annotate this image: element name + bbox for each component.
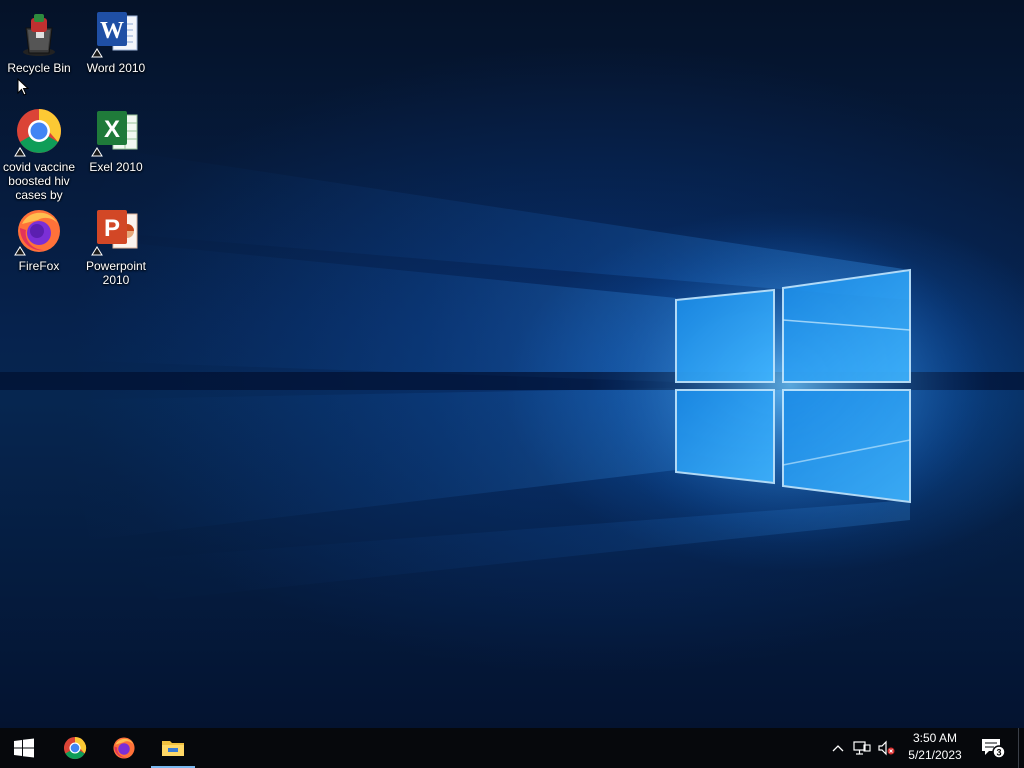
network-button[interactable] bbox=[850, 728, 874, 768]
desktop-icon-label: Exel 2010 bbox=[89, 160, 143, 174]
mouse-cursor-icon bbox=[17, 78, 29, 96]
desktop-icon-label: Powerpoint 2010 bbox=[85, 259, 147, 287]
firefox-icon bbox=[113, 737, 135, 759]
recycle-bin-icon bbox=[23, 14, 55, 56]
desktop-icon-powerpoint[interactable]: P Powerpoint 2010 bbox=[77, 206, 155, 287]
desktop[interactable]: Recycle Bin W Word 2010 covid vaccine bo… bbox=[0, 0, 1024, 728]
action-center-button[interactable]: 3 bbox=[976, 728, 1010, 768]
network-icon bbox=[853, 741, 871, 755]
start-button[interactable] bbox=[0, 728, 48, 768]
svg-text:X: X bbox=[104, 116, 120, 143]
taskbar-file-explorer[interactable] bbox=[149, 728, 197, 768]
shortcut-arrow-icon bbox=[14, 147, 26, 157]
svg-text:P: P bbox=[104, 215, 120, 242]
desktop-icon-label: FireFox bbox=[18, 259, 60, 273]
clock-date: 5/21/2023 bbox=[908, 748, 962, 762]
volume-muted-icon bbox=[878, 740, 895, 756]
desktop-icon-label: covid vaccine boosted hiv cases by 500% … bbox=[2, 160, 76, 202]
desktop-icon-excel[interactable]: X Exel 2010 bbox=[77, 107, 155, 174]
show-hidden-icons-button[interactable] bbox=[828, 728, 848, 768]
chevron-up-icon bbox=[832, 745, 844, 752]
notification-count: 3 bbox=[996, 748, 1001, 758]
desktop-icon-label: Recycle Bin bbox=[7, 61, 71, 75]
shortcut-arrow-icon bbox=[91, 147, 103, 157]
desktop-icon-label: Word 2010 bbox=[86, 61, 146, 75]
taskbar-firefox[interactable] bbox=[100, 728, 148, 768]
desktop-icon-recycle-bin[interactable]: Recycle Bin bbox=[0, 8, 78, 75]
chrome-icon bbox=[63, 736, 87, 760]
desktop-icon-firefox[interactable]: FireFox bbox=[0, 206, 78, 273]
show-desktop-button[interactable] bbox=[1018, 728, 1024, 768]
volume-button[interactable] bbox=[874, 728, 898, 768]
clock-time: 3:50 AM bbox=[912, 731, 958, 745]
shortcut-arrow-icon bbox=[91, 48, 103, 58]
windows-logo-icon bbox=[14, 738, 34, 758]
shortcut-arrow-icon bbox=[14, 246, 26, 256]
notification-icon: 3 bbox=[982, 739, 1006, 759]
desktop-icon-word[interactable]: W Word 2010 bbox=[77, 8, 155, 75]
taskbar-chrome[interactable] bbox=[51, 728, 99, 768]
file-explorer-icon bbox=[162, 741, 184, 756]
shortcut-arrow-icon bbox=[91, 246, 103, 256]
taskbar: 3:50 AM 5/21/2023 3 bbox=[0, 728, 1024, 768]
svg-text:W: W bbox=[100, 18, 124, 44]
clock[interactable]: 3:50 AM 5/21/2023 bbox=[896, 730, 974, 766]
desktop-icon-chrome[interactable]: covid vaccine boosted hiv cases by 500% … bbox=[0, 107, 78, 202]
